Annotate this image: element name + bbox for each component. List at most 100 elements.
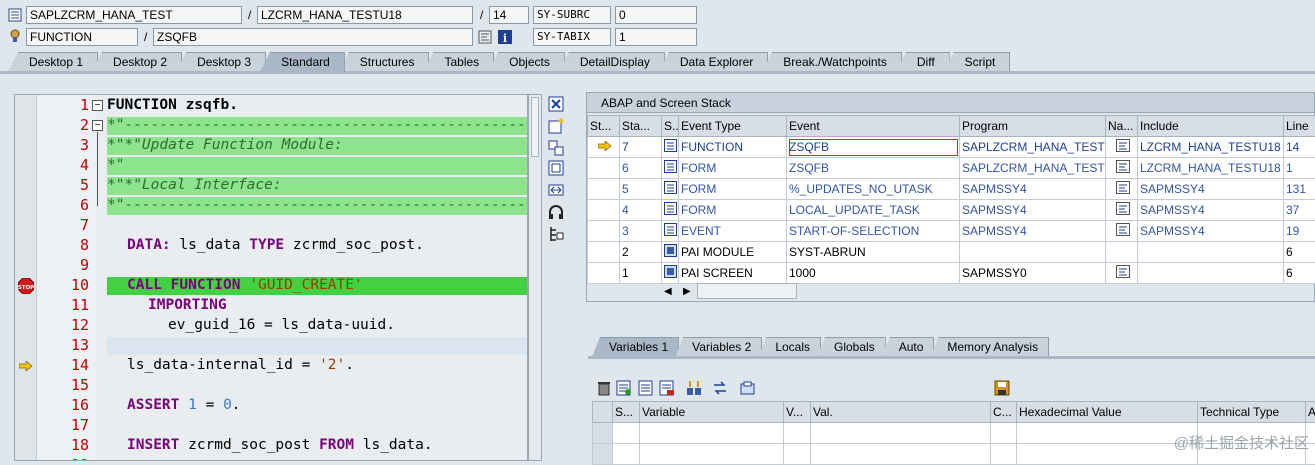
cell-include[interactable]: LZCRM_HANA_TESTU18 xyxy=(1138,137,1284,158)
cell-include[interactable] xyxy=(1138,263,1284,284)
fold-marker[interactable]: − xyxy=(92,100,103,111)
cell-event-type[interactable]: FORM xyxy=(679,200,787,221)
column-header[interactable]: V... xyxy=(784,402,811,423)
navigate-icon[interactable] xyxy=(1106,137,1138,158)
cell-event[interactable]: 1000 xyxy=(787,263,960,284)
table-row[interactable]: 7 FUNCTION ZSQFB SAPLZCRM_HANA_TEST LZCR… xyxy=(588,137,1315,158)
swap-tool-icon[interactable] xyxy=(548,140,564,156)
cell-event-type[interactable]: EVENT xyxy=(679,221,787,242)
cell-event[interactable]: ZSQFB xyxy=(787,158,960,179)
open-folder-icon[interactable] xyxy=(740,380,756,396)
cell-program[interactable]: SAPMSSY4 xyxy=(960,200,1106,221)
sysvar1-value[interactable]: 0 xyxy=(615,6,697,24)
cell-event-type[interactable]: FORM xyxy=(679,158,787,179)
table-row[interactable]: 5 FORM %_UPDATES_NO_UTASK SAPMSSY4 SAPMS… xyxy=(588,179,1315,200)
tab-break-watchpoints[interactable]: Break./Watchpoints xyxy=(762,52,902,72)
tab-structures[interactable]: Structures xyxy=(339,52,430,72)
source-code-editor[interactable]: − − 1 2 3 4 5 6 7 8 9 10 11 12 13 14 15 … xyxy=(14,94,528,461)
table-row[interactable]: 6 FORM ZSQFB SAPLZCRM_HANA_TEST LZCRM_HA… xyxy=(588,158,1315,179)
navigate-icon[interactable] xyxy=(1106,179,1138,200)
display-source-icon[interactable] xyxy=(478,30,492,44)
insert-row-icon[interactable] xyxy=(616,380,632,396)
sysvar2-value[interactable]: 1 xyxy=(615,28,697,46)
table-row[interactable]: 4 FORM LOCAL_UPDATE_TASK SAPMSSY4 SAPMSS… xyxy=(588,200,1315,221)
cell-event-type[interactable]: PAI SCREEN xyxy=(679,263,787,284)
scroll-right-icon[interactable]: ▶ xyxy=(683,286,691,297)
services-icon[interactable] xyxy=(548,204,564,220)
column-header[interactable]: S... xyxy=(613,402,640,423)
event-field[interactable]: ZSQFB xyxy=(153,28,473,46)
cell-program[interactable]: SAPLZCRM_HANA_TEST xyxy=(960,137,1106,158)
tab-variables-1[interactable]: Variables 1 xyxy=(592,337,679,357)
stack-horizontal-scrollbar[interactable] xyxy=(697,283,797,299)
tab-desktop-2[interactable]: Desktop 2 xyxy=(92,52,182,72)
column-header[interactable]: Hexadecimal Value xyxy=(1017,402,1198,423)
cell-program[interactable]: SAPMSSY4 xyxy=(960,221,1106,242)
tab-standard[interactable]: Standard xyxy=(260,52,345,72)
column-header[interactable]: Event xyxy=(787,116,960,137)
table-row[interactable]: 2 PAI MODULE SYST-ABRUN 6 xyxy=(588,242,1315,263)
navigate-icon[interactable] xyxy=(1106,200,1138,221)
table-row[interactable]: 1 PAI SCREEN 1000 SAPMSSY0 6 xyxy=(588,263,1315,284)
tab-memory-analysis[interactable]: Memory Analysis xyxy=(930,337,1049,357)
tab-detaildisplay[interactable]: DetailDisplay xyxy=(559,52,665,72)
append-row-icon[interactable] xyxy=(638,380,654,396)
cell-include[interactable]: SAPMSSY4 xyxy=(1138,200,1284,221)
cell-program[interactable]: SAPLZCRM_HANA_TEST xyxy=(960,158,1106,179)
row-selector[interactable] xyxy=(593,444,613,465)
cell-event-type[interactable]: FUNCTION xyxy=(679,137,787,158)
close-icon[interactable] xyxy=(548,96,564,112)
column-header[interactable]: St... xyxy=(588,116,620,137)
settings-tool-icon[interactable] xyxy=(548,226,564,242)
cell-event[interactable]: START-OF-SELECTION xyxy=(787,221,960,242)
fold-marker[interactable]: − xyxy=(92,120,103,131)
delete-icon[interactable] xyxy=(596,380,612,396)
scroll-left-icon[interactable]: ◀ xyxy=(664,286,672,297)
navigate-icon[interactable] xyxy=(1106,221,1138,242)
row-selector[interactable] xyxy=(593,423,613,444)
navigate-icon[interactable] xyxy=(1106,263,1138,284)
maximize-icon[interactable] xyxy=(548,160,564,176)
exchange-icon[interactable] xyxy=(712,380,728,396)
tab-globals[interactable]: Globals xyxy=(817,337,886,357)
column-header[interactable]: Variable xyxy=(640,402,784,423)
table-row[interactable]: 3 EVENT START-OF-SELECTION SAPMSSY4 SAPM… xyxy=(588,221,1315,242)
cell-event-type[interactable]: FORM xyxy=(679,179,787,200)
cell-event-type[interactable]: PAI MODULE xyxy=(679,242,787,263)
tab-variables-2[interactable]: Variables 2 xyxy=(675,337,762,357)
cell-event[interactable]: SYST-ABRUN xyxy=(787,242,960,263)
cell-variable-input[interactable] xyxy=(640,444,784,465)
cell-include[interactable]: LZCRM_HANA_TESTU18 xyxy=(1138,158,1284,179)
line-field[interactable]: 14 xyxy=(489,6,529,24)
tab-desktop-3[interactable]: Desktop 3 xyxy=(176,52,266,72)
event-type-field[interactable]: FUNCTION xyxy=(26,28,138,46)
transfer-icon[interactable] xyxy=(686,380,702,396)
cell-event[interactable]: %_UPDATES_NO_UTASK xyxy=(787,179,960,200)
tab-desktop-1[interactable]: Desktop 1 xyxy=(8,52,98,72)
column-header[interactable]: C... xyxy=(991,402,1017,423)
editor-vertical-scrollbar[interactable] xyxy=(528,94,542,461)
cell-program[interactable]: SAPMSSY0 xyxy=(960,263,1106,284)
tab-auto[interactable]: Auto xyxy=(882,337,935,357)
program-field[interactable]: SAPLZCRM_HANA_TEST xyxy=(26,6,242,24)
cell-variable-input[interactable] xyxy=(640,423,784,444)
remove-row-icon[interactable] xyxy=(659,380,675,396)
column-header[interactable]: Technical Type xyxy=(1198,402,1306,423)
include-field[interactable]: LZCRM_HANA_TESTU18 xyxy=(257,6,473,24)
tab-data-explorer[interactable]: Data Explorer xyxy=(659,52,768,72)
save-icon[interactable] xyxy=(994,380,1010,396)
column-header[interactable]: Sta... xyxy=(620,116,662,137)
tab-tables[interactable]: Tables xyxy=(423,52,494,72)
column-header[interactable]: A xyxy=(1306,402,1315,423)
cell-include[interactable]: SAPMSSY4 xyxy=(1138,221,1284,242)
tab-locals[interactable]: Locals xyxy=(758,337,821,357)
cell-include[interactable] xyxy=(1138,242,1284,263)
navigate-icon[interactable] xyxy=(1106,158,1138,179)
column-header[interactable]: Program xyxy=(960,116,1106,137)
column-header[interactable]: Event Type xyxy=(679,116,787,137)
cell-program[interactable]: SAPMSSY4 xyxy=(960,179,1106,200)
cell-program[interactable] xyxy=(960,242,1106,263)
cell-include[interactable]: SAPMSSY4 xyxy=(1138,179,1284,200)
column-header[interactable]: S... xyxy=(662,116,679,137)
tab-objects[interactable]: Objects xyxy=(488,52,565,72)
